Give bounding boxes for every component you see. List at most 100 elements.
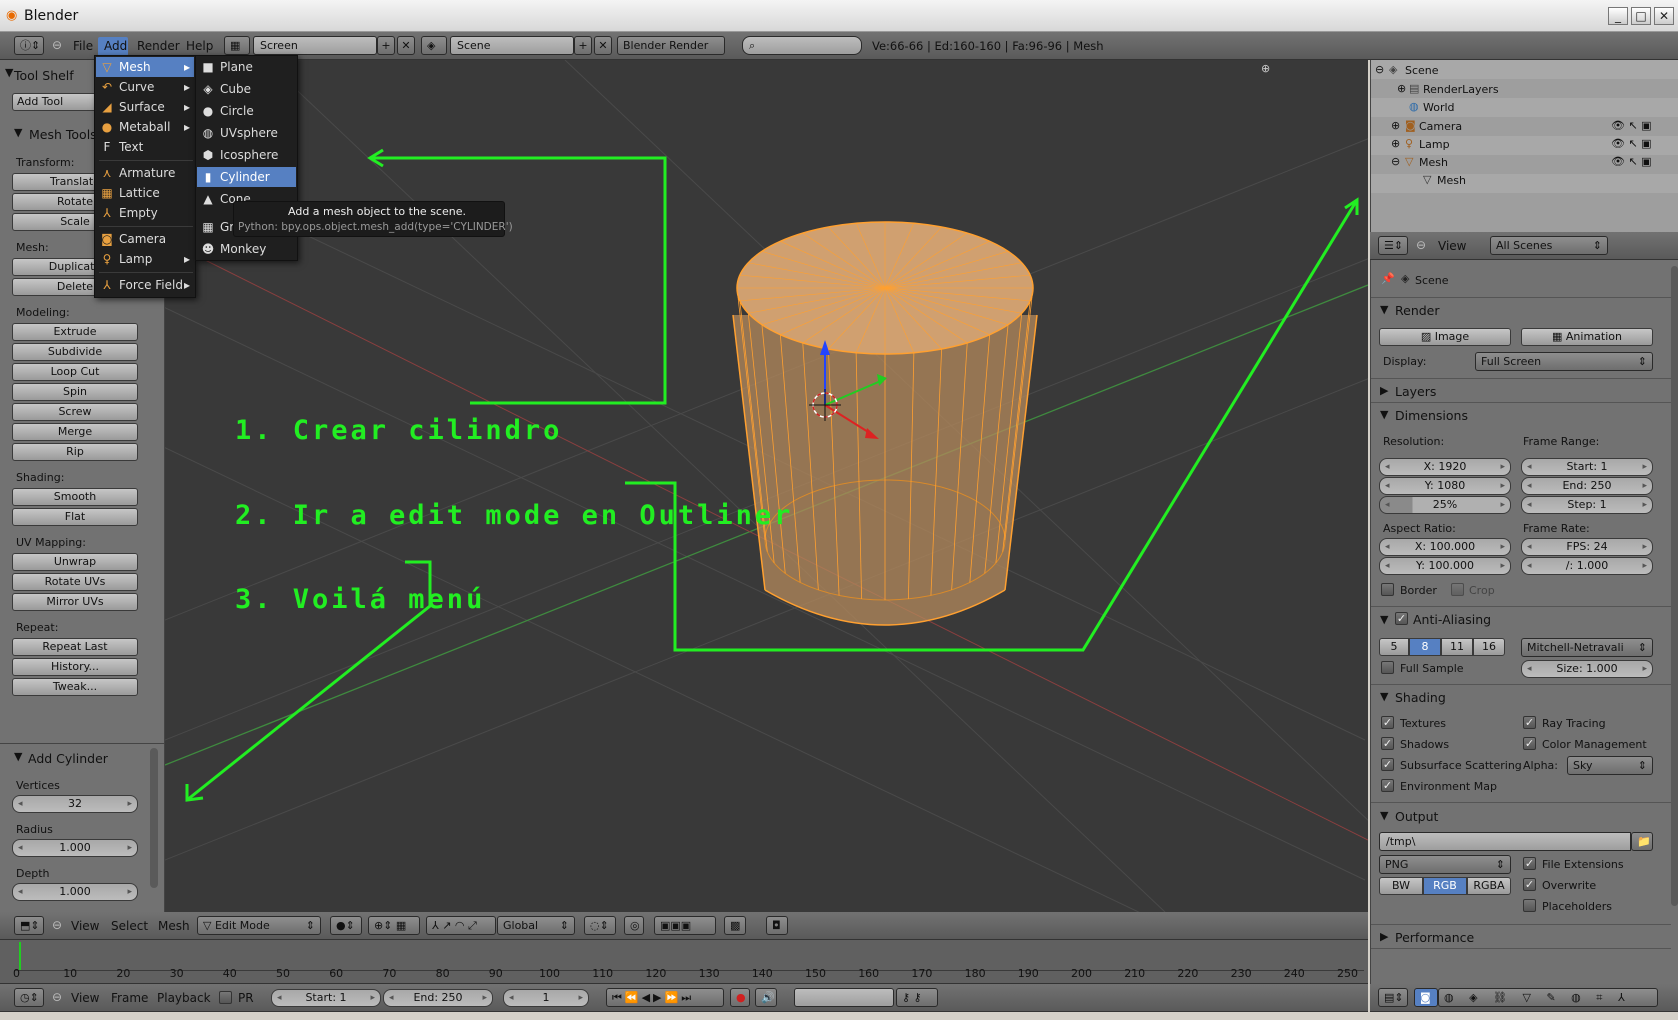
- mesh-visibility-icon[interactable]: 👁 ↖ ▣: [1611, 155, 1652, 168]
- extrude-button[interactable]: Extrude: [12, 323, 138, 341]
- lamp-visibility-icon[interactable]: 👁 ↖ ▣: [1611, 137, 1652, 150]
- textures-checkbox[interactable]: ✓: [1381, 716, 1394, 729]
- mesh-icosphere[interactable]: ⬢ Icosphere: [197, 145, 296, 165]
- outliner-collapse-icon[interactable]: ⊖: [1416, 238, 1426, 252]
- scene-expand-icon[interactable]: ⊖: [1375, 63, 1384, 76]
- frame-start-field[interactable]: Start: 1: [1521, 458, 1653, 476]
- add-menu-lamp[interactable]: ♀ Lamp ▸: [96, 249, 194, 269]
- aa-checkbox[interactable]: ✓: [1395, 612, 1408, 625]
- outliner-lamp[interactable]: Lamp: [1419, 138, 1450, 151]
- viewport-3d[interactable]: ⊕: [165, 60, 1368, 912]
- mode-select[interactable]: ▽ Edit Mode ⇕: [197, 916, 321, 935]
- view3d-menu-view[interactable]: View: [71, 919, 99, 933]
- select-mode-buttons[interactable]: ▣▣▣: [654, 916, 716, 935]
- manipulator-toggles[interactable]: ⅄ ↗ ◠ ⤢: [426, 916, 496, 935]
- proportional-edit-icon[interactable]: ◎: [624, 916, 644, 935]
- outliner-menu-view[interactable]: View: [1438, 239, 1466, 253]
- pin-icon[interactable]: 📌: [1381, 272, 1395, 285]
- timeline-menu-frame[interactable]: Frame: [111, 991, 148, 1005]
- smooth-button[interactable]: Smooth: [12, 488, 138, 506]
- output-triangle-icon[interactable]: ▼: [1380, 809, 1388, 822]
- add-menu-force-field[interactable]: ⅄ Force Field ▸: [96, 275, 194, 295]
- scene-icon[interactable]: ◈: [421, 36, 447, 55]
- frame-step-field[interactable]: Step: 1: [1521, 496, 1653, 514]
- spin-button[interactable]: Spin: [12, 383, 138, 401]
- frame-end-field[interactable]: End: 250: [1521, 477, 1653, 495]
- output-path-field[interactable]: /tmp\: [1379, 832, 1631, 851]
- properties-editor-type-icon[interactable]: ▤⇕: [1378, 988, 1408, 1007]
- file-format-select[interactable]: PNG ⇕: [1379, 855, 1511, 874]
- aspect-y-field[interactable]: Y: 100.000: [1379, 557, 1511, 575]
- resolution-x-field[interactable]: X: 1920: [1379, 458, 1511, 476]
- orientation-select[interactable]: Global ⇕: [497, 916, 575, 935]
- file-browser-icon[interactable]: 📁: [1631, 832, 1653, 851]
- end-frame-field[interactable]: End: 250: [383, 989, 493, 1007]
- editor-type-icon[interactable]: ⓘ⇕: [14, 36, 44, 55]
- fps-base-field[interactable]: /: 1.000: [1521, 557, 1653, 575]
- color-bw-button[interactable]: BW: [1379, 877, 1423, 895]
- mesh-tools-triangle-icon[interactable]: ▼: [14, 126, 22, 139]
- fps-field[interactable]: FPS: 24: [1521, 538, 1653, 556]
- env-map-checkbox[interactable]: ✓: [1381, 779, 1394, 792]
- insert-keyframe-buttons[interactable]: ⚷ ⚷: [896, 988, 938, 1007]
- mesh-uvsphere[interactable]: ◍ UVsphere: [197, 123, 296, 143]
- depth-field[interactable]: 1.000: [12, 883, 138, 901]
- file-extensions-checkbox[interactable]: ✓: [1523, 857, 1536, 870]
- shading-triangle-icon[interactable]: ▼: [1380, 690, 1388, 703]
- ray-tracing-checkbox[interactable]: ✓: [1523, 716, 1536, 729]
- maximize-button[interactable]: □: [1631, 7, 1651, 25]
- aa-filter-select[interactable]: Mitchell-Netravali ⇕: [1521, 638, 1653, 657]
- add-menu-surface[interactable]: ◢ Surface ▸: [96, 97, 194, 117]
- lamp-expand-icon[interactable]: ⊕: [1391, 137, 1400, 150]
- aa-samples-8[interactable]: 8: [1409, 638, 1441, 656]
- mesh-monkey[interactable]: ☻ Monkey: [197, 239, 296, 259]
- tweak-button[interactable]: Tweak...: [12, 678, 138, 696]
- keying-set-field[interactable]: [794, 988, 894, 1007]
- outliner-editor-type-icon[interactable]: ☰⇕: [1378, 236, 1408, 255]
- rip-button[interactable]: Rip: [12, 443, 138, 461]
- shadows-checkbox[interactable]: ✓: [1381, 737, 1394, 750]
- screen-name-field[interactable]: Screen: [253, 36, 377, 55]
- layer-select[interactable]: ◌⇕: [584, 916, 616, 935]
- mesh-cylinder[interactable]: ▮ Cylinder: [197, 167, 296, 187]
- remove-screen-button[interactable]: ✕: [397, 36, 415, 55]
- color-management-checkbox[interactable]: ✓: [1523, 737, 1536, 750]
- menu-help[interactable]: Help: [186, 39, 213, 53]
- unwrap-button[interactable]: Unwrap: [12, 553, 138, 571]
- aa-samples-11[interactable]: 11: [1441, 638, 1473, 656]
- renderlayers-expand-icon[interactable]: ⊕: [1397, 82, 1406, 95]
- snap-icon[interactable]: ◘: [766, 916, 788, 935]
- view3d-editor-type-icon[interactable]: ⬒⇕: [14, 916, 44, 935]
- render-triangle-icon[interactable]: ▼: [1380, 303, 1388, 316]
- placeholders-checkbox[interactable]: [1523, 899, 1536, 912]
- mesh-expand-icon[interactable]: ⊖: [1391, 155, 1400, 168]
- dimensions-triangle-icon[interactable]: ▼: [1380, 408, 1388, 421]
- add-menu-empty[interactable]: ⅄ Empty: [96, 203, 194, 223]
- cylinder-mesh[interactable]: [732, 221, 1038, 626]
- mesh-circle[interactable]: ● Circle: [197, 101, 296, 121]
- merge-button[interactable]: Merge: [12, 423, 138, 441]
- view3d-menu-mesh[interactable]: Mesh: [158, 919, 190, 933]
- view3d-collapse-icon[interactable]: ⊖: [52, 918, 62, 932]
- resolution-y-field[interactable]: Y: 1080: [1379, 477, 1511, 495]
- screen-layout-icon[interactable]: ▦: [224, 36, 250, 55]
- render-context-icon[interactable]: ◙: [1414, 988, 1438, 1007]
- render-animation-button[interactable]: ▦ Animation: [1521, 328, 1653, 346]
- collapse-icon[interactable]: ⊖: [52, 38, 62, 52]
- add-menu-curve[interactable]: ↶ Curve ▸: [96, 77, 194, 97]
- layers-panel-title[interactable]: Layers: [1395, 384, 1436, 399]
- outliner-world[interactable]: World: [1423, 101, 1455, 114]
- menu-file[interactable]: File: [73, 39, 93, 53]
- scene-name-field[interactable]: Scene: [450, 36, 574, 55]
- playback-controls[interactable]: ⏮⏪◀▶⏩⏭: [606, 988, 724, 1007]
- performance-triangle-icon[interactable]: ▶: [1380, 930, 1388, 943]
- aspect-x-field[interactable]: X: 100.000: [1379, 538, 1511, 556]
- add-menu-armature[interactable]: ⋏ Armature: [96, 163, 194, 183]
- vertices-field[interactable]: 32: [12, 795, 138, 813]
- viewport-corner-plus-icon[interactable]: ⊕: [1261, 62, 1270, 75]
- add-menu-metaball[interactable]: ● Metaball ▸: [96, 117, 194, 137]
- properties-scrollbar[interactable]: [1671, 266, 1678, 906]
- menu-render[interactable]: Render: [137, 39, 180, 53]
- display-select[interactable]: Full Screen ⇕: [1475, 352, 1653, 371]
- record-button[interactable]: ●: [730, 988, 750, 1007]
